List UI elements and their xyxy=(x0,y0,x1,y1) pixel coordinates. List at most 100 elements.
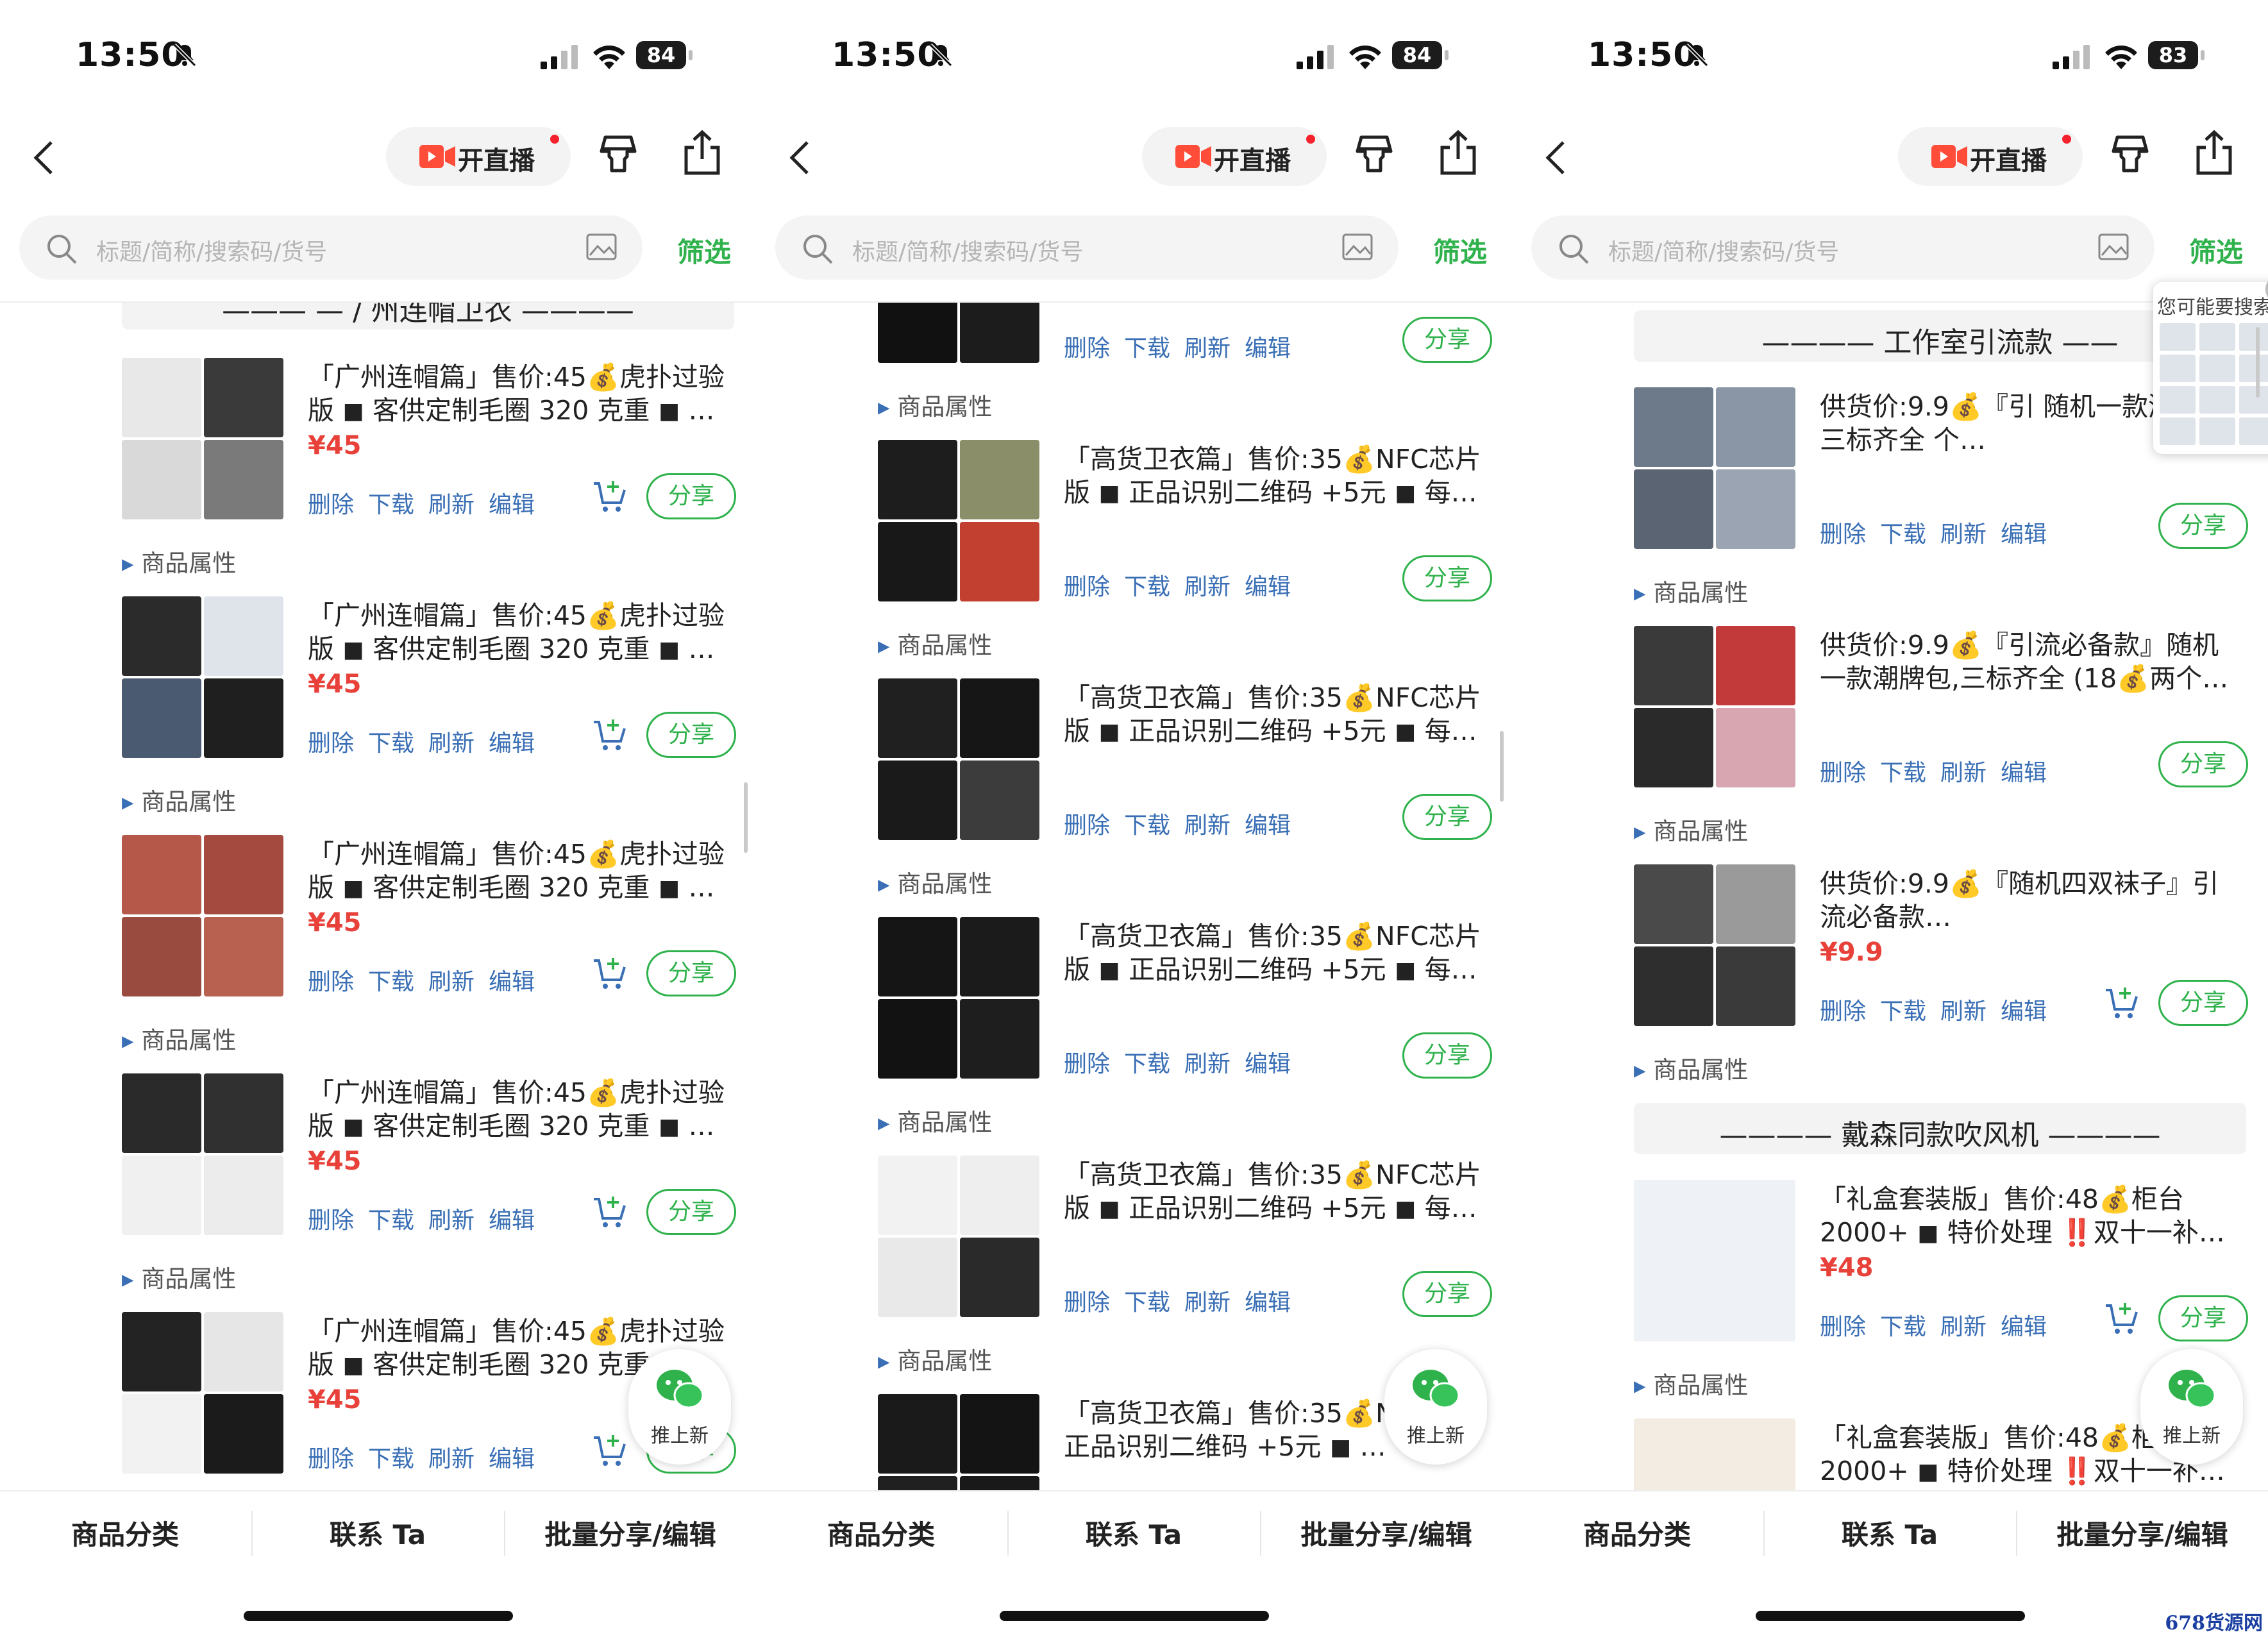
product-title[interactable]: 「高货卫衣篇」售价:35💰NFC芯片版 ◼ 正品识别二维码 +5元 ◼ 每… xyxy=(1064,1158,1487,1225)
cart-add-icon[interactable] xyxy=(591,1433,627,1468)
edit-link[interactable]: 编辑 xyxy=(1245,1290,1291,1316)
contact-button[interactable]: 联系 Ta xyxy=(253,1513,503,1552)
cart-add-icon[interactable] xyxy=(591,478,627,514)
push-new-button[interactable]: 推上新 xyxy=(628,1349,731,1465)
product-title[interactable]: 「高货卫衣篇」售价:35💰NFC芯片版 ◼ 正品识别二维码 +5元 ◼ 每… xyxy=(1064,442,1487,509)
push-new-button[interactable]: 推上新 xyxy=(1384,1349,1487,1465)
scroll-indicator[interactable] xyxy=(2256,327,2260,398)
delete-link[interactable]: 删除 xyxy=(1064,574,1110,600)
go-live-button[interactable]: 开直播 xyxy=(1142,127,1327,186)
product-thumbnail[interactable] xyxy=(1634,1418,1795,1490)
download-link[interactable]: 下载 xyxy=(1880,760,1926,786)
product-thumbnail[interactable] xyxy=(122,596,283,758)
product-card[interactable]: 供货价:9.9💰『引流必备款』随机一款潮牌包,三标齐全 (18💰两个… 删除 下载… xyxy=(1634,626,2249,864)
share-button[interactable]: 分享 xyxy=(2158,503,2248,549)
product-card[interactable]: 「广州连帽篇」售价:45💰虎扑过验版 ◼ 客供定制毛圈 320 克重 ◼ … ¥… xyxy=(122,835,737,1073)
cart-add-icon[interactable] xyxy=(591,955,627,991)
image-search-icon[interactable] xyxy=(586,233,617,260)
product-title[interactable]: 供货价:9.9💰『引流必备款』随机一款潮牌包,三标齐全 (18💰两个… xyxy=(1820,628,2243,695)
refresh-link[interactable]: 刷新 xyxy=(1940,521,1987,548)
share-button[interactable]: 分享 xyxy=(1402,1271,1492,1317)
refresh-link[interactable]: 刷新 xyxy=(428,1207,475,1234)
product-thumbnail[interactable] xyxy=(1634,864,1795,1026)
product-attributes-toggle[interactable]: 商品属性 xyxy=(878,1103,992,1138)
share-button[interactable]: 分享 xyxy=(2158,1295,2248,1341)
product-attributes-toggle[interactable]: 商品属性 xyxy=(1634,573,1748,608)
product-thumbnail[interactable] xyxy=(122,358,283,519)
batch-share-edit-button[interactable]: 批量分享/编辑 xyxy=(1261,1513,1511,1552)
go-live-button[interactable]: 开直播 xyxy=(1898,127,2083,186)
download-link[interactable]: 下载 xyxy=(368,969,414,995)
share-icon[interactable] xyxy=(1436,128,1481,177)
batch-share-edit-button[interactable]: 批量分享/编辑 xyxy=(505,1513,755,1552)
scroll-indicator[interactable] xyxy=(1500,731,1504,802)
refresh-link[interactable]: 刷新 xyxy=(1184,574,1231,600)
back-icon[interactable] xyxy=(1543,139,1568,177)
edit-link[interactable]: 编辑 xyxy=(2001,998,2047,1025)
download-link[interactable]: 下载 xyxy=(368,1207,414,1234)
download-link[interactable]: 下载 xyxy=(1124,1051,1170,1077)
product-card[interactable]: 删除下载刷新编辑 分享 商品属性 xyxy=(878,303,1493,440)
contact-button[interactable]: 联系 Ta xyxy=(1765,1513,2015,1552)
product-title[interactable]: 「广州连帽篇」售价:45💰虎扑过验版 ◼ 客供定制毛圈 320 克重 ◼ … xyxy=(308,360,731,427)
delete-link[interactable]: 删除 xyxy=(1820,1314,1866,1340)
edit-link[interactable]: 编辑 xyxy=(489,1207,535,1234)
filter-button[interactable]: 筛选 xyxy=(2189,231,2243,270)
product-card[interactable]: 「高货卫衣篇」售价:35💰NFC芯片版 ◼ 正品识别二维码 +5元 ◼ 每… 删… xyxy=(878,440,1493,678)
search-bar[interactable]: 标题/简称/搜索码/货号 xyxy=(19,215,643,280)
edit-link[interactable]: 编辑 xyxy=(1245,574,1291,600)
share-button[interactable]: 分享 xyxy=(646,712,736,758)
product-card[interactable]: 「高货卫衣篇」售价:35💰NFC芯片版 ◼ 正品识别二维码 +5元 ◼ 每… 删… xyxy=(878,917,1493,1156)
delete-link[interactable]: 删除 xyxy=(1064,812,1110,839)
product-card[interactable]: 「广州连帽篇」售价:45💰虎扑过验版 ◼ 客供定制毛圈 320 克重 ◼ … ¥… xyxy=(122,596,737,835)
refresh-link[interactable]: 刷新 xyxy=(1184,1290,1231,1316)
refresh-link[interactable]: 刷新 xyxy=(428,969,475,995)
product-thumbnail[interactable] xyxy=(1634,387,1795,549)
refresh-link[interactable]: 刷新 xyxy=(1184,335,1231,362)
share-button[interactable]: 分享 xyxy=(646,473,736,519)
refresh-link[interactable]: 刷新 xyxy=(1184,812,1231,839)
share-button[interactable]: 分享 xyxy=(1402,555,1492,601)
delete-link[interactable]: 删除 xyxy=(308,969,354,995)
product-attributes-toggle[interactable]: 商品属性 xyxy=(878,864,992,899)
product-attributes-toggle[interactable]: 商品属性 xyxy=(1634,1366,1748,1400)
delete-link[interactable]: 删除 xyxy=(1820,521,1866,548)
edit-link[interactable]: 编辑 xyxy=(1245,335,1291,362)
edit-link[interactable]: 编辑 xyxy=(489,969,535,995)
image-search-icon[interactable] xyxy=(2098,233,2129,260)
search-suggestion-popup[interactable]: 您可能要搜索 xyxy=(2153,282,2268,454)
product-attributes-toggle[interactable]: 商品属性 xyxy=(122,1021,236,1055)
search-bar[interactable]: 标题/简称/搜索码/货号 xyxy=(775,215,1399,280)
product-thumbnail[interactable] xyxy=(878,1156,1039,1317)
product-thumbnail[interactable] xyxy=(878,440,1039,601)
shirt-icon[interactable] xyxy=(1352,132,1396,176)
refresh-link[interactable]: 刷新 xyxy=(1184,1051,1231,1077)
product-title[interactable]: 「广州连帽篇」售价:45💰虎扑过验版 ◼ 客供定制毛圈 320 克重 ◼ … xyxy=(308,837,731,904)
delete-link[interactable]: 删除 xyxy=(1820,998,1866,1025)
product-thumbnail[interactable] xyxy=(878,1394,1039,1490)
share-button[interactable]: 分享 xyxy=(2158,741,2248,787)
home-indicator[interactable] xyxy=(1000,1611,1269,1621)
delete-link[interactable]: 删除 xyxy=(1064,1051,1110,1077)
category-button[interactable]: 商品分类 xyxy=(0,1513,250,1552)
edit-link[interactable]: 编辑 xyxy=(489,1446,535,1472)
back-icon[interactable] xyxy=(31,139,56,177)
product-card[interactable]: 「广州连帽篇」售价:45💰虎扑过验版 ◼ 客供定制毛圈 320 克重 ◼ … ¥… xyxy=(122,358,737,596)
push-new-button[interactable]: 推上新 xyxy=(2140,1349,2243,1465)
product-title[interactable]: 「高货卫衣篇」售价:35💰NFC芯片版 ◼ 正品识别二维码 +5元 ◼ 每… xyxy=(1064,681,1487,748)
share-button[interactable]: 分享 xyxy=(1402,1032,1492,1079)
contact-button[interactable]: 联系 Ta xyxy=(1009,1513,1259,1552)
filter-button[interactable]: 筛选 xyxy=(677,231,731,270)
product-attributes-toggle[interactable]: 商品属性 xyxy=(122,544,236,578)
download-link[interactable]: 下载 xyxy=(1124,335,1170,362)
product-attributes-toggle[interactable]: 商品属性 xyxy=(878,626,992,660)
cart-add-icon[interactable] xyxy=(591,1194,627,1230)
product-title[interactable]: 「广州连帽篇」售价:45💰虎扑过验版 ◼ 客供定制毛圈 320 克重 ◼ … xyxy=(308,599,731,666)
batch-share-edit-button[interactable]: 批量分享/编辑 xyxy=(2017,1513,2267,1552)
shirt-icon[interactable] xyxy=(2108,132,2152,176)
product-thumbnail[interactable] xyxy=(122,1073,283,1235)
product-attributes-toggle[interactable]: 商品属性 xyxy=(878,1341,992,1376)
delete-link[interactable]: 删除 xyxy=(1064,1290,1110,1316)
product-thumbnail[interactable] xyxy=(878,678,1039,840)
edit-link[interactable]: 编辑 xyxy=(489,730,535,757)
